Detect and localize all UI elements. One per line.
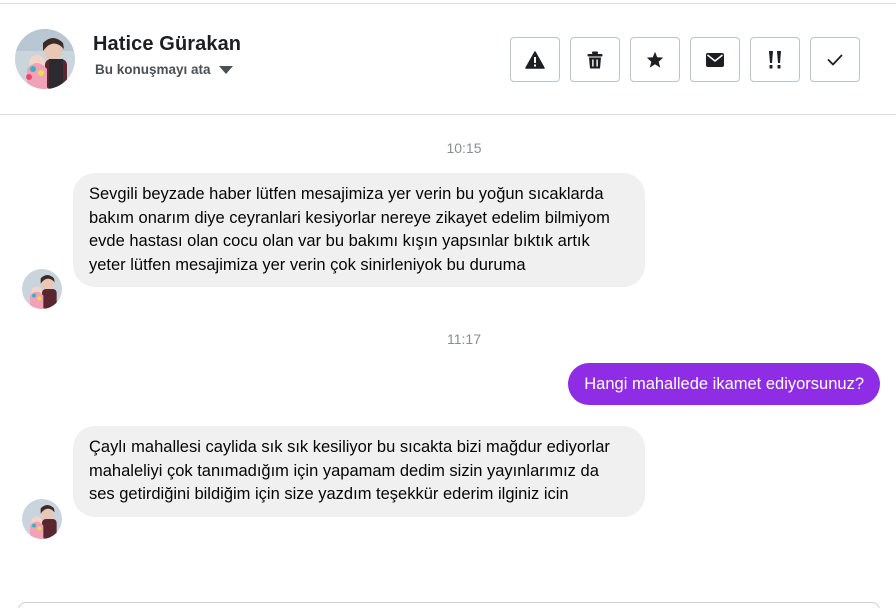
outgoing-message-bubble[interactable]: Hangi mahallede ikamet ediyorsunuz? [568, 363, 880, 405]
assign-label: Bu konuşmayı ata [95, 62, 211, 77]
delete-button[interactable] [570, 37, 620, 82]
mark-done-button[interactable] [810, 37, 860, 82]
incoming-message-bubble[interactable]: Çaylı mahallesi caylida sık sık kesiliyo… [73, 426, 645, 517]
message-composer[interactable] [18, 602, 880, 608]
warning-icon [525, 50, 545, 69]
sender-avatar[interactable] [22, 269, 62, 309]
conversation-header: Hatice Gürakan Bu konuşmayı ata [0, 4, 896, 115]
priority-button[interactable] [750, 37, 800, 82]
double-exclamation-icon [769, 50, 781, 68]
message-timestamp: 11:17 [447, 331, 481, 347]
star-icon [646, 51, 664, 68]
sender-avatar[interactable] [22, 499, 62, 539]
mark-unread-button[interactable] [690, 37, 740, 82]
action-toolbar [510, 37, 860, 82]
caret-down-icon [218, 65, 233, 74]
report-button[interactable] [510, 37, 560, 82]
contact-avatar[interactable] [15, 29, 75, 89]
star-button[interactable] [630, 37, 680, 82]
assign-conversation-dropdown[interactable]: Bu konuşmayı ata [95, 62, 233, 77]
checkmark-icon [827, 54, 843, 65]
envelope-icon [706, 52, 724, 67]
trash-icon [587, 51, 603, 68]
incoming-message-bubble[interactable]: Sevgili beyzade haber lütfen mesajimiza … [73, 173, 645, 287]
message-timestamp: 10:15 [446, 140, 482, 156]
contact-name[interactable]: Hatice Gürakan [93, 33, 241, 56]
